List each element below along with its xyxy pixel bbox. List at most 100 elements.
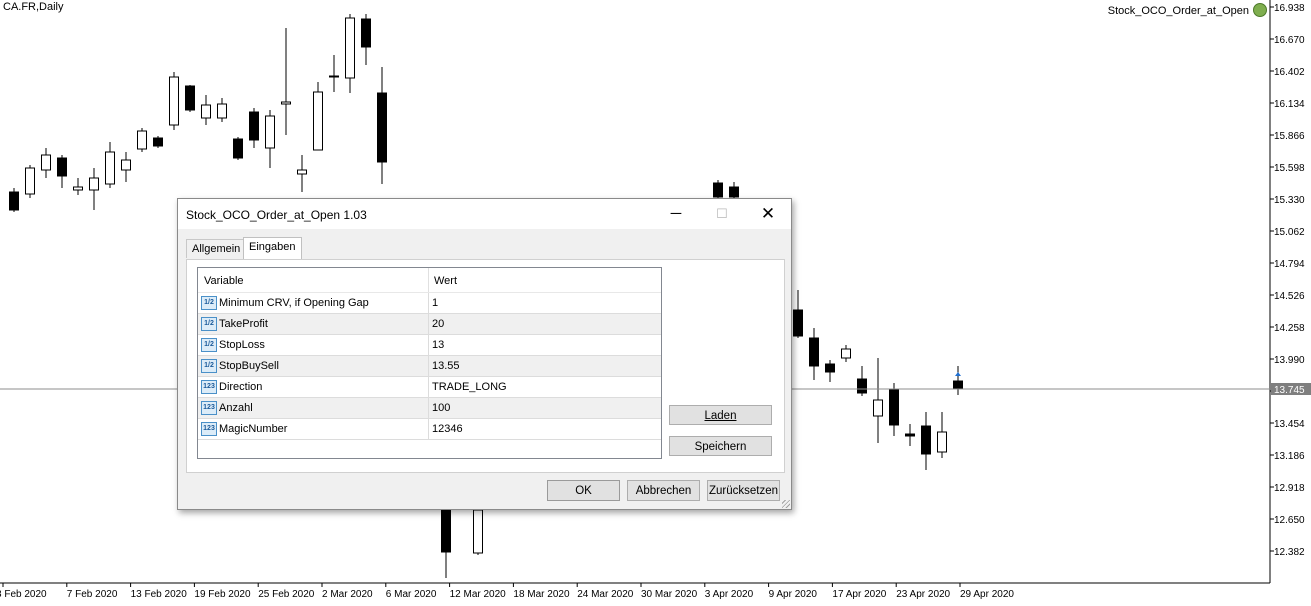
parameter-row[interactable]: 123 MagicNumber 12346 [198,419,661,440]
date-tick-label: 3 Apr 2020 [705,589,754,600]
parameter-name: StopBuySell [219,360,279,372]
save-button-label: Speichern [694,441,747,453]
candle-body [329,75,339,78]
grid-header: Variable Wert [198,268,661,293]
parameter-value[interactable]: 13.55 [432,360,460,372]
candle-body [361,18,371,48]
price-tick-label: 14.258 [1274,323,1305,334]
candle-body [441,504,451,553]
price-tick-label: 16.938 [1274,3,1305,14]
cell-divider [428,335,429,355]
parameter-row[interactable]: 1/2 StopBuySell 13.55 [198,356,661,377]
candle-body [9,191,19,211]
expert-name-label: Stock_OCO_Order_at_Open [1107,5,1249,17]
resize-grip-icon[interactable] [782,500,790,508]
candle-body [153,137,163,147]
candle-body [281,101,291,105]
double-type-icon: 1/2 [201,317,217,331]
candle-body [937,431,947,453]
ok-button[interactable]: OK [547,480,620,501]
load-button[interactable]: Laden [669,405,772,425]
integer-type-icon: 123 [201,380,217,394]
date-tick-label: 6 Mar 2020 [386,589,437,600]
parameter-row[interactable]: 1/2 TakeProfit 20 [198,314,661,335]
parameter-value[interactable]: 13 [432,339,444,351]
save-button[interactable]: Speichern [669,436,772,456]
parameter-value[interactable]: 12346 [432,423,463,435]
candle-body [297,169,307,175]
price-tick-label: 16.402 [1274,67,1305,78]
cell-divider [428,314,429,334]
price-tick-label: 16.670 [1274,35,1305,46]
candle-body [313,91,323,151]
tab-eingaben[interactable]: Eingaben [243,237,302,259]
parameter-row[interactable]: 123 Direction TRADE_LONG [198,377,661,398]
candle-body [825,363,835,373]
parameter-row[interactable]: 123 Anzahl 100 [198,398,661,419]
dialog-titlebar[interactable]: Stock_OCO_Order_at_Open 1.03 ─ ☐ ✕ [178,199,791,229]
column-divider[interactable] [428,268,429,292]
tab-allgemein[interactable]: Allgemein [186,239,247,258]
price-tick-label: 13.186 [1274,451,1305,462]
close-button[interactable]: ✕ [745,199,791,229]
candle-body [793,309,803,337]
price-tick-label: 12.918 [1274,483,1305,494]
candle-body [121,159,131,171]
candle-body [201,104,211,119]
candle-body [857,378,867,394]
parameter-value[interactable]: 1 [432,297,438,309]
candle-body [249,111,259,141]
expert-smiley-icon[interactable] [1253,3,1267,17]
column-header-variable[interactable]: Variable [204,275,244,287]
parameter-name: Anzahl [219,402,253,414]
date-tick-label: 13 Feb 2020 [131,589,188,600]
grid-rows: 1/2 Minimum CRV, if Opening Gap 1 1/2 TakePr… [198,293,661,440]
double-type-icon: 1/2 [201,338,217,352]
parameter-value[interactable]: TRADE_LONG [432,381,507,393]
date-tick-label: 17 Apr 2020 [832,589,886,600]
price-tick-label: 14.526 [1274,291,1305,302]
load-button-label: Laden [704,410,737,422]
parameter-row[interactable]: 1/2 StopLoss 13 [198,335,661,356]
date-axis: 3 Feb 2020 7 Feb 2020 13 Feb 2020 19 Feb 20… [0,582,1270,600]
candle-body [169,76,179,126]
price-tick-label: 15.062 [1274,227,1305,238]
candle-body [713,182,723,198]
parameter-name: TakeProfit [219,318,268,330]
column-header-value[interactable]: Wert [434,275,457,287]
price-tick-label: 16.134 [1274,99,1305,110]
parameter-value[interactable]: 20 [432,318,444,330]
reset-button[interactable]: Zurücksetzen [707,480,780,501]
candle-body [57,157,67,177]
candle-body [377,92,387,163]
integer-type-icon: 123 [201,401,217,415]
candle-body [473,509,483,554]
candle-body [809,337,819,367]
price-tick-label: 13.454 [1274,419,1305,430]
candle-body [185,85,195,111]
minimize-button[interactable]: ─ [653,199,699,229]
inputs-grid: Variable Wert 1/2 Minimum CRV, if Opening… [197,267,662,459]
cancel-button[interactable]: Abbrechen [627,480,700,501]
candle-body [41,154,51,171]
cell-divider [428,377,429,397]
maximize-button: ☐ [716,206,728,221]
date-tick-label: 7 Feb 2020 [67,589,118,600]
date-tick-label: 2 Mar 2020 [322,589,373,600]
candle-body [25,167,35,195]
parameter-value[interactable]: 100 [432,402,450,414]
date-tick-label: 23 Apr 2020 [896,589,950,600]
candle-body [953,380,963,390]
date-tick-label: 25 Feb 2020 [258,589,315,600]
parameter-name: MagicNumber [219,423,288,435]
price-tick-label: 15.598 [1274,163,1305,174]
date-tick-label: 19 Feb 2020 [194,589,251,600]
integer-type-icon: 123 [201,422,217,436]
cell-divider [428,293,429,313]
cell-divider [428,419,429,439]
candle-body [89,177,99,191]
parameter-name: Direction [219,381,263,393]
candle-body [921,425,931,455]
candle-body [729,186,739,198]
parameter-row[interactable]: 1/2 Minimum CRV, if Opening Gap 1 [198,293,661,314]
